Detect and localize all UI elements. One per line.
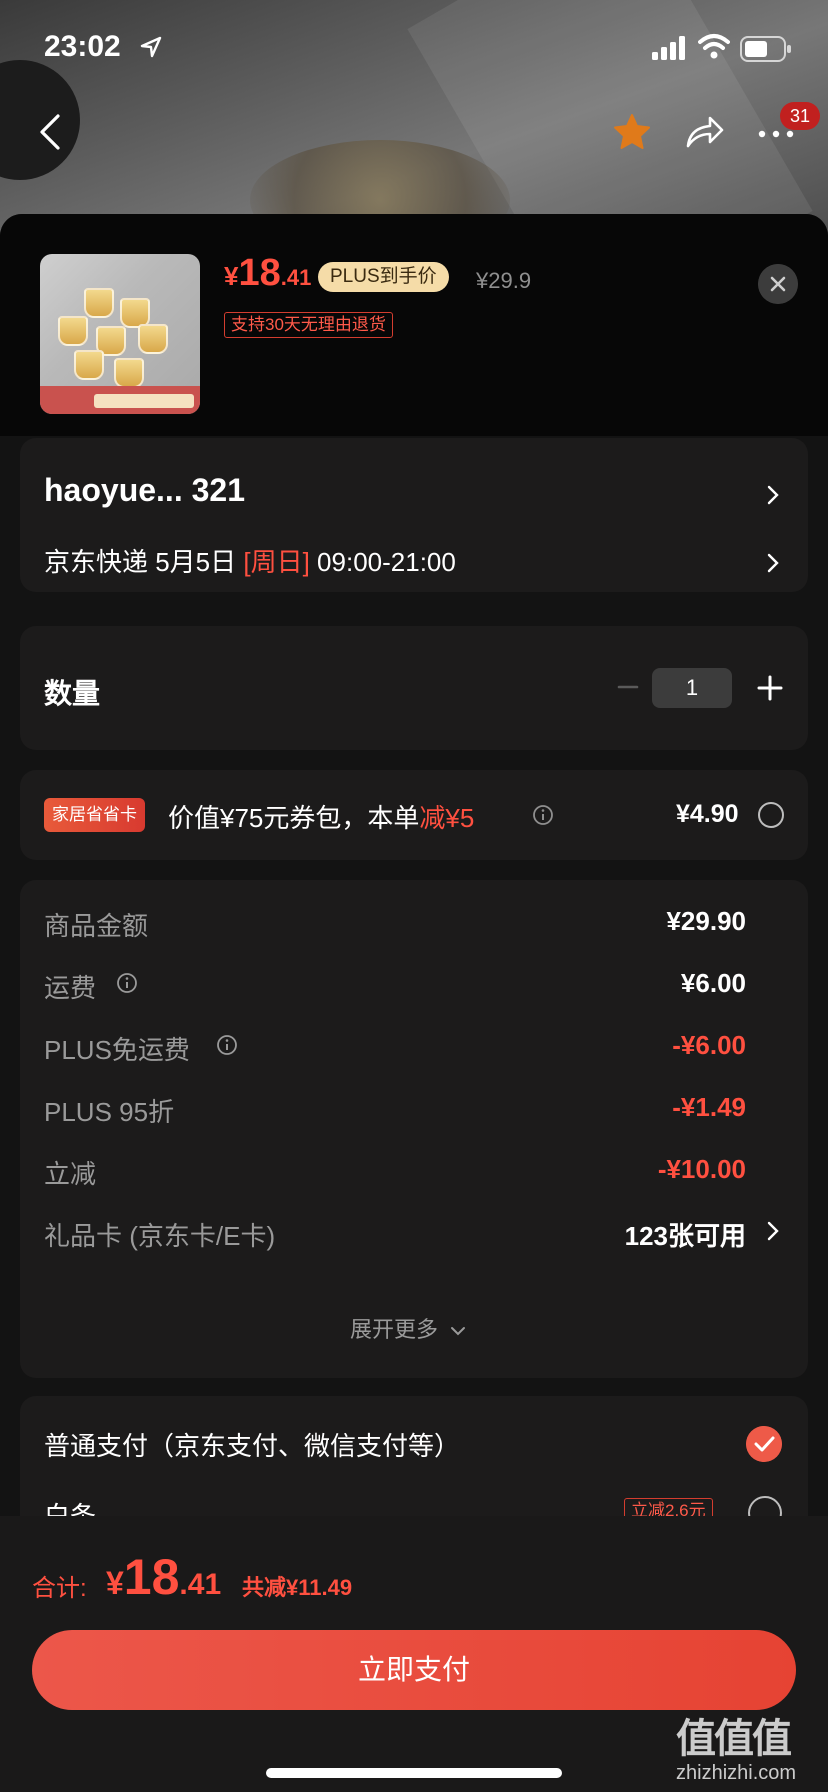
summary-value-shipping: ¥6.00 — [680, 968, 746, 998]
close-icon[interactable] — [758, 264, 798, 304]
quantity-stepper[interactable]: 1 — [652, 668, 732, 708]
price-summary-card: 商品金额 ¥29.90 运费 ¥6.00 PLUS免运费 -¥6.00 PLUS… — [20, 880, 808, 1378]
info-icon[interactable] — [216, 1034, 238, 1056]
battery-icon — [740, 36, 791, 62]
watermark-url: zhizhizhi.com — [676, 1762, 797, 1784]
summary-value-instant-discount: -¥10.00 — [657, 1154, 746, 1184]
total-discount: 共减¥11.49 — [242, 1575, 353, 1600]
product-header: ¥18.41 PLUS到手价 ¥29.9 支持30天无理由退货 — [0, 214, 828, 436]
member-card-tag: 家居省省卡 — [44, 798, 145, 832]
member-card-price: ¥4.90 — [676, 800, 739, 828]
info-icon[interactable] — [116, 972, 138, 994]
payment-method-card: 普通支付（京东支付、微信支付等） 白条 立减2.6元 — [20, 1396, 808, 1526]
chevron-down-icon — [451, 1327, 466, 1336]
total-price: ¥18.41 — [106, 1549, 222, 1605]
info-icon[interactable] — [532, 804, 554, 826]
chevron-right-icon — [767, 485, 779, 505]
normal-payment-label[interactable]: 普通支付（京东支付、微信支付等） — [44, 1426, 460, 1463]
plus-price-tag: PLUS到手价 — [318, 262, 449, 292]
summary-value-goods: ¥29.90 — [666, 906, 746, 936]
shipping-day: [周日] — [243, 547, 310, 577]
summary-label-plus-freeship: PLUS免运费 — [44, 1035, 190, 1065]
pay-now-button[interactable]: 立即支付 — [32, 1630, 796, 1710]
original-price: ¥29.9 — [476, 268, 532, 293]
minus-icon[interactable] — [616, 672, 640, 702]
summary-label-instant-discount: 立减 — [44, 1159, 97, 1189]
bottom-checkout-bar: 合计: ¥18.41 共减¥11.49 立即支付 值值值 zhizhizhi.c… — [0, 1516, 828, 1792]
home-indicator[interactable] — [266, 1768, 562, 1778]
product-price: ¥18.41 — [224, 252, 312, 294]
location-arrow-icon — [140, 36, 162, 58]
address-card[interactable]: haoyue... 321 京东快递 5月5日 [周日] 09:00-21:00 — [20, 438, 808, 592]
summary-label-plus-discount: PLUS 95折 — [44, 1097, 175, 1127]
quantity-label: 数量 — [44, 678, 101, 709]
total-label: 合计: — [32, 1575, 87, 1602]
summary-value-plus-freeship: -¥6.00 — [672, 1030, 746, 1060]
chevron-right-icon — [767, 553, 779, 573]
summary-label-gift-card: 礼品卡 (京东卡/E卡) — [44, 1221, 276, 1251]
expand-more-button[interactable]: 展开更多 — [350, 1312, 466, 1344]
recipient-name: haoyue... 321 — [44, 472, 245, 508]
status-bar: 23:02 — [0, 0, 828, 96]
member-card-radio[interactable] — [758, 802, 784, 828]
return-policy-tag: 支持30天无理由退货 — [224, 312, 393, 338]
status-time: 23:02 — [44, 30, 121, 63]
gift-card-available[interactable]: 123张可用 — [546, 1216, 746, 1253]
quantity-card: 数量 1 — [20, 626, 808, 750]
back-icon[interactable] — [36, 112, 64, 152]
summary-label-goods: 商品金额 — [44, 911, 149, 941]
checkmark-icon[interactable] — [746, 1426, 782, 1462]
signal-icon — [652, 36, 685, 60]
member-card-desc: 价值¥75元券包，本单减¥5 — [168, 803, 475, 833]
watermark-logo: 值值值 — [676, 1717, 792, 1761]
summary-label-shipping: 运费 — [44, 973, 97, 1003]
summary-value-plus-discount: -¥1.49 — [672, 1092, 746, 1122]
favorite-star-icon[interactable] — [612, 112, 652, 152]
member-card-row[interactable]: 家居省省卡 价值¥75元券包，本单减¥5 ¥4.90 — [20, 770, 808, 860]
message-count-badge: 31 — [780, 102, 820, 130]
plus-icon[interactable] — [756, 674, 784, 702]
wifi-icon — [698, 34, 730, 59]
share-icon[interactable] — [684, 112, 726, 152]
product-thumbnail — [40, 254, 200, 414]
shipping-info[interactable]: 京东快递 5月5日 [周日] 09:00-21:00 — [44, 542, 456, 579]
chevron-right-icon[interactable] — [766, 1220, 780, 1242]
